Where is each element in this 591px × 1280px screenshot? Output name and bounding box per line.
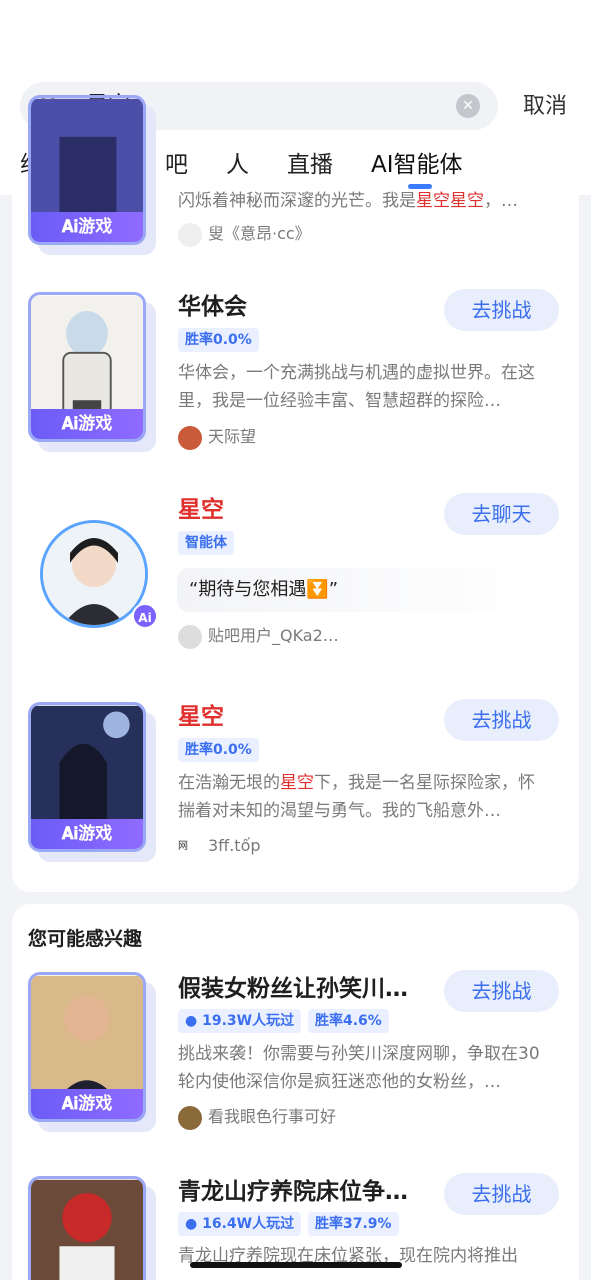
result-author[interactable]: 叟《意昂·cc》 bbox=[178, 221, 311, 247]
result-title[interactable]: 星空 bbox=[178, 495, 224, 525]
result-title[interactable]: 华体会 bbox=[178, 292, 247, 322]
challenge-button[interactable]: 去挑战 bbox=[444, 1173, 559, 1215]
interest-title[interactable]: 青龙山疗养院床位争… bbox=[178, 1177, 428, 1207]
interest-thumbnail[interactable]: 𝐀𝐢游戏 bbox=[28, 972, 156, 1132]
challenge-button[interactable]: 去挑战 bbox=[444, 699, 559, 741]
section-title: 您可能感兴趣 bbox=[28, 928, 143, 950]
clear-icon[interactable]: ✕ bbox=[456, 94, 480, 118]
challenge-button[interactable]: 去挑战 bbox=[444, 289, 559, 331]
win-rate-badge: 胜率0.0% bbox=[178, 328, 259, 352]
interest-author[interactable]: 看我眼色行事可好 bbox=[178, 1104, 336, 1130]
result-thumbnail[interactable]: 𝐀𝐢游戏 bbox=[28, 702, 156, 862]
agent-badge: 智能体 bbox=[178, 531, 234, 555]
win-rate-badge: 胜率4.6% bbox=[308, 1009, 389, 1033]
win-rate-badge: 胜率0.0% bbox=[178, 738, 259, 762]
result-description: 在浩瀚无垠的星空下，我是一名星际探险家，怀揣着对未知的渴望与勇气。我的飞船意外… bbox=[178, 773, 535, 821]
win-rate-badge: 胜率37.9% bbox=[308, 1212, 399, 1236]
result-author[interactable]: 天际望 bbox=[178, 424, 256, 450]
tab-live[interactable]: 直播 bbox=[287, 148, 333, 182]
interest-card: 您可能感兴趣 𝐀𝐢游戏 假装女粉丝让孙笑川… ● 19.3W人玩过 胜率4.6%… bbox=[12, 904, 579, 1280]
ai-badge-icon: Ai bbox=[132, 603, 158, 629]
plays-count-badge: ● 19.3W人玩过 bbox=[178, 1009, 302, 1033]
tab-ai-agents[interactable]: AI智能体 bbox=[371, 148, 463, 182]
home-indicator bbox=[190, 1262, 402, 1268]
game-badge: 𝐀𝐢游戏 bbox=[31, 1089, 143, 1119]
interest-title[interactable]: 假装女粉丝让孙笑川… bbox=[178, 974, 428, 1004]
game-badge: 𝐀𝐢游戏 bbox=[31, 409, 143, 439]
interest-description: 挑战来袭！你需要与孙笑川深度网聊，争取在30轮内使他深信你是疯狂迷恋他的女粉丝，… bbox=[178, 1044, 540, 1092]
result-description: 华体会，一个充满挑战与机遇的虚拟世界。在这里，我是一位经验丰富、智慧超群的探险… bbox=[178, 363, 535, 411]
result-thumbnail-partial[interactable]: 𝐀𝐢游戏 bbox=[28, 95, 156, 255]
tab-forums[interactable]: 吧 bbox=[165, 148, 188, 182]
result-author[interactable]: 贴吧用户_QKa2… bbox=[178, 623, 339, 649]
result-title[interactable]: 星空 bbox=[178, 702, 224, 732]
interest-thumbnail[interactable] bbox=[28, 1176, 156, 1280]
agent-greeting[interactable]: “期待与您相遇⏬” bbox=[177, 568, 547, 612]
cancel-button[interactable]: 取消 bbox=[523, 92, 567, 122]
plays-count-badge: ● 16.4W人玩过 bbox=[178, 1212, 302, 1236]
result-description: 闪烁着神秘而深邃的光芒。我是星空星空，… bbox=[178, 191, 518, 211]
game-badge: 𝐀𝐢游戏 bbox=[31, 212, 143, 242]
challenge-button[interactable]: 去挑战 bbox=[444, 970, 559, 1012]
results-card: 𝐀𝐢游戏 闪烁着神秘而深邃的光芒。我是星空星空，… 叟《意昂·cc》 𝐀𝐢游戏 … bbox=[12, 95, 579, 892]
result-author[interactable]: 网 3ff.tốp bbox=[178, 833, 261, 859]
result-thumbnail[interactable]: 𝐀𝐢游戏 bbox=[28, 292, 156, 452]
chat-button[interactable]: 去聊天 bbox=[444, 493, 559, 535]
tab-users[interactable]: 人 bbox=[226, 148, 249, 182]
game-badge: 𝐀𝐢游戏 bbox=[31, 819, 143, 849]
